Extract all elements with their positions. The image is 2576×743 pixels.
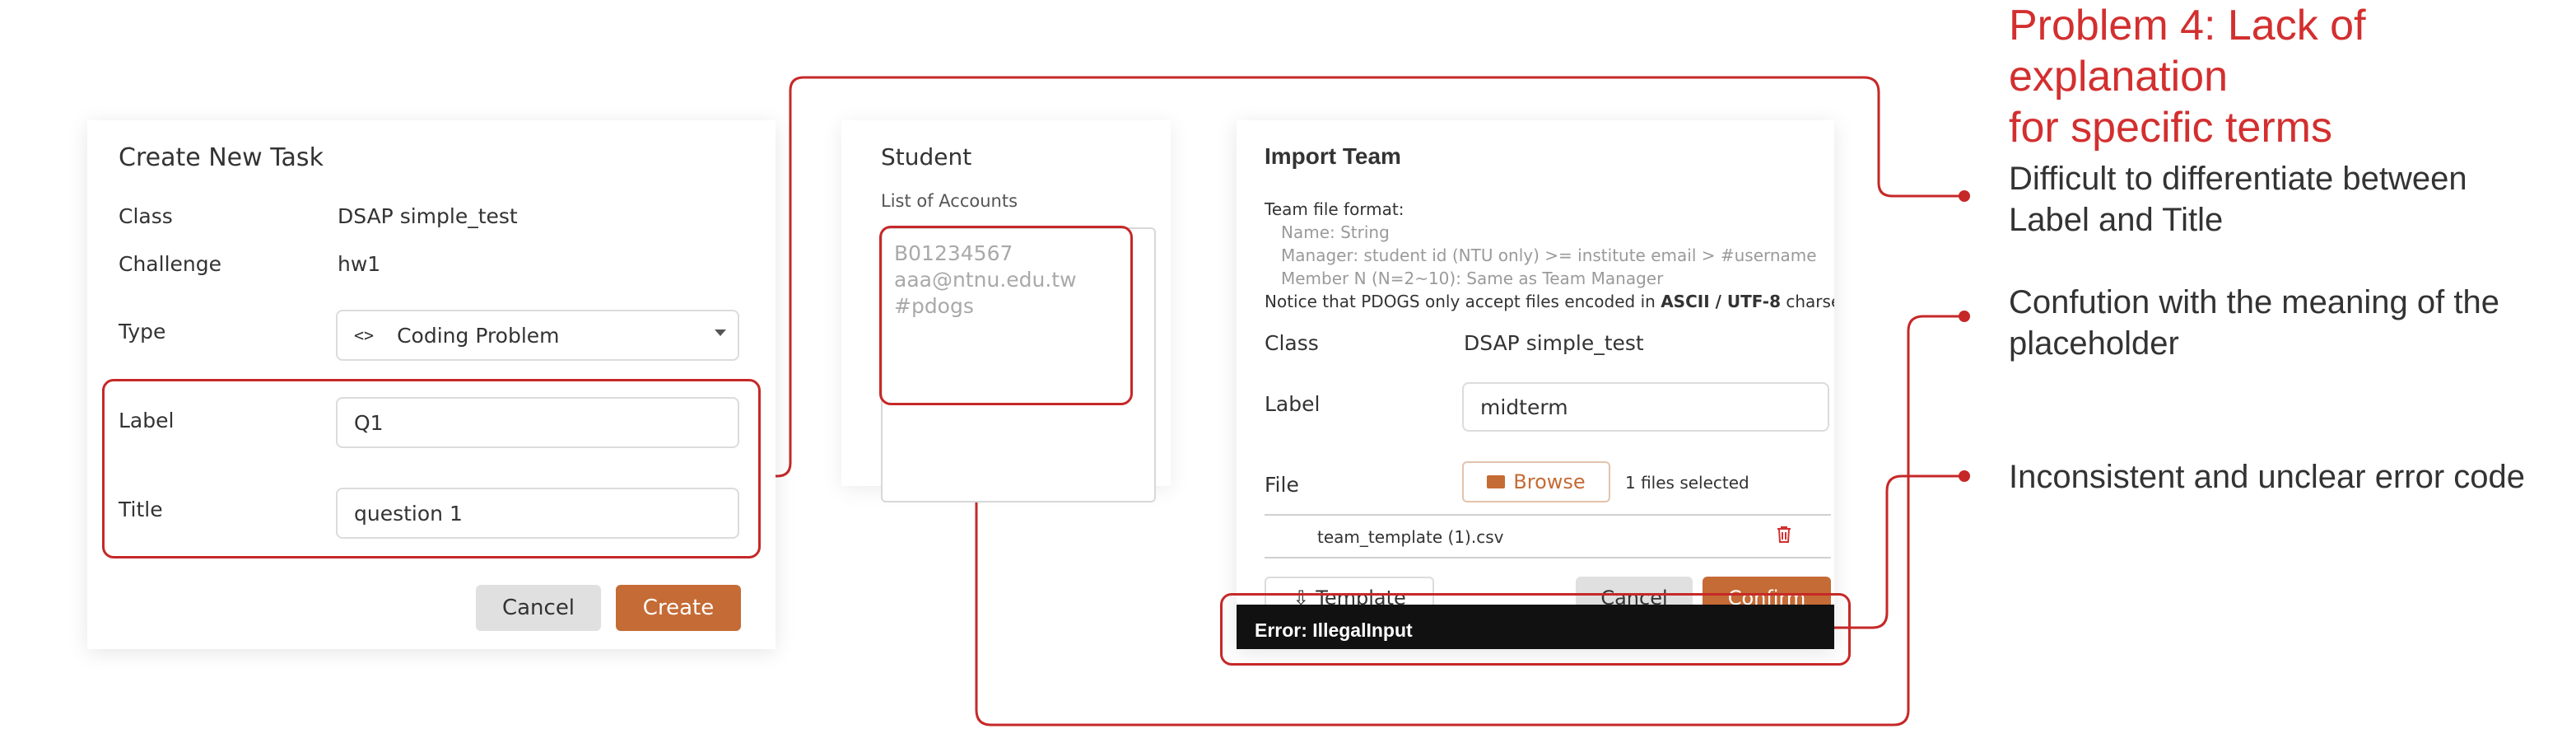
chevron-down-icon (715, 329, 726, 336)
notice-bold: ASCII / UTF-8 (1661, 292, 1782, 311)
dialog-title: Create New Task (119, 143, 324, 172)
file-label: File (1265, 473, 1299, 497)
point-1-line-1: Difficult to differentiate between (2009, 161, 2467, 197)
format-name: Name: String (1281, 222, 1390, 242)
browse-button[interactable]: Browse (1462, 461, 1610, 502)
class-label: Class (119, 204, 173, 228)
bullet-dot-2 (1959, 311, 1970, 322)
challenge-label: Challenge (119, 252, 221, 276)
bullet-dot-3 (1959, 470, 1970, 482)
type-select-value: Coding Problem (397, 323, 560, 348)
cancel-button[interactable]: Cancel (476, 585, 601, 631)
notice-suffix: charset. (1786, 292, 1834, 311)
problem-heading: Problem 4: Lack of explanation for speci… (2009, 0, 2569, 153)
list-of-accounts-label: List of Accounts (881, 191, 1018, 211)
challenge-value: hw1 (338, 252, 381, 276)
point-1-line-2: Label and Title (2009, 202, 2224, 238)
format-manager: Manager: student id (NTU only) >= instit… (1281, 245, 1817, 265)
type-select[interactable]: <> Coding Problem (336, 310, 739, 361)
create-button[interactable]: Create (616, 585, 741, 631)
point-3: Inconsistent and unclear error code (2009, 459, 2526, 495)
file-list-divider-bottom (1265, 557, 1831, 558)
problem-heading-line-2: for specific terms (2009, 104, 2332, 152)
trash-icon[interactable] (1777, 526, 1791, 544)
notice-prefix: Notice that PDOGS only accept files enco… (1265, 292, 1661, 311)
code-icon: <> (354, 325, 375, 345)
file-list-item: team_template (1).csv (1317, 527, 1504, 547)
import-class-value: DSAP simple_test (1464, 331, 1644, 355)
import-label-label: Label (1265, 392, 1321, 416)
point-1: Difficult to differentiate between Label… (2009, 158, 2467, 241)
highlight-error (1220, 593, 1851, 666)
point-2-line-2: placeholder (2009, 325, 2179, 362)
encoding-notice: Notice that PDOGS only accept files enco… (1265, 292, 1834, 311)
browse-label: Browse (1513, 470, 1586, 493)
highlight-placeholder (879, 226, 1133, 405)
format-member: Member N (N=2~10): Same as Team Manager (1281, 269, 1664, 288)
import-team-title: Import Team (1265, 143, 1401, 169)
import-class-label: Class (1265, 331, 1319, 355)
import-label-value: midterm (1480, 395, 1568, 419)
class-value: DSAP simple_test (338, 204, 518, 228)
file-list-divider-top (1265, 514, 1831, 516)
highlight-label-title (102, 379, 761, 558)
bullet-dot-1 (1959, 190, 1970, 202)
import-team-dialog: Import Team Team file format: Name: Stri… (1237, 120, 1834, 649)
folder-icon (1487, 475, 1506, 488)
format-heading: Team file format: (1265, 199, 1404, 219)
problem-heading-line-1: Problem 4: Lack of explanation (2009, 2, 2366, 100)
point-2: Confution with the meaning of the placeh… (2009, 282, 2499, 364)
student-title: Student (881, 143, 972, 171)
type-label: Type (119, 320, 166, 343)
point-2-line-1: Confution with the meaning of the (2009, 284, 2499, 320)
files-selected-text: 1 files selected (1625, 473, 1749, 493)
import-label-input[interactable]: midterm (1462, 382, 1829, 432)
